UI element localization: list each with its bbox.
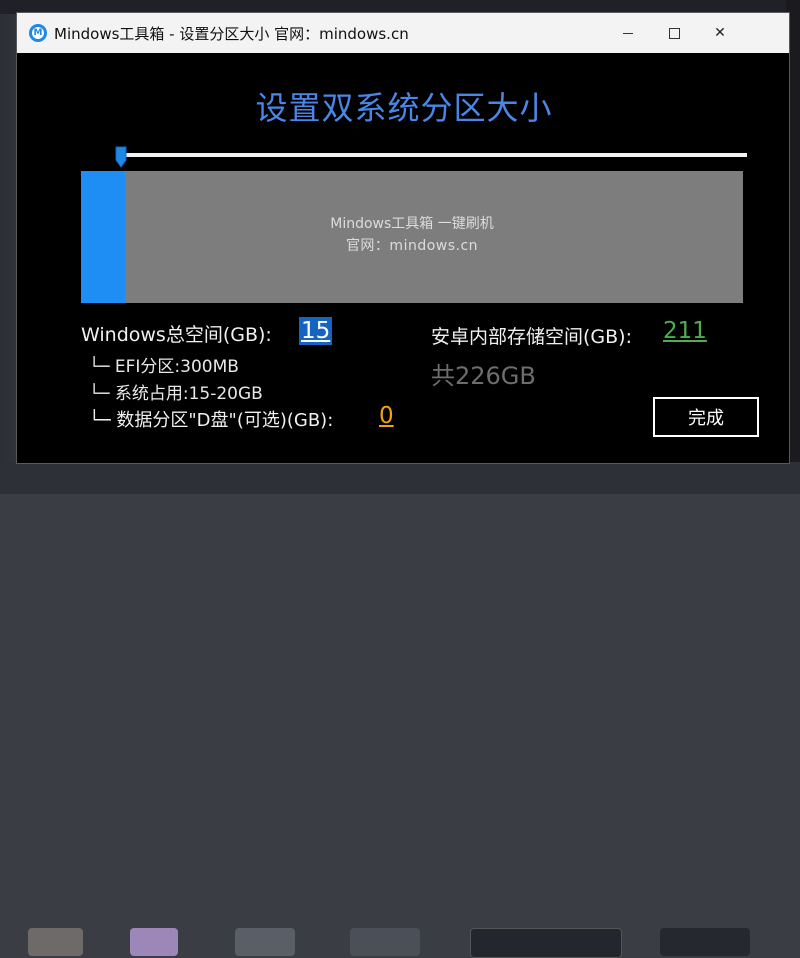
windows-space-label: Windows总空间(GB): <box>81 324 272 346</box>
maximize-icon <box>668 27 680 39</box>
app-logo-icon: M <box>29 24 47 42</box>
close-icon: ✕ <box>714 25 726 41</box>
desktop-thumbnail[interactable] <box>28 928 83 956</box>
partition-bar-watermark: Mindows工具箱 一键刷机 官网：mindows.cn <box>81 213 743 257</box>
efi-partition-info: └─ EFI分区:300MB <box>89 357 239 377</box>
taskbar-area <box>0 462 800 958</box>
partition-slider-track[interactable] <box>125 153 747 157</box>
minimize-button[interactable] <box>605 13 651 53</box>
watermark-line-2: 官网：mindows.cn <box>345 238 479 254</box>
titlebar[interactable]: M Mindows工具箱 - 设置分区大小 官网：mindows.cn ✕ <box>17 13 789 53</box>
desktop-thumbnail[interactable] <box>130 928 178 956</box>
maximize-button[interactable] <box>651 13 697 53</box>
data-partition-label: └─ 数据分区"D盘"(可选)(GB): <box>89 410 334 431</box>
mindows-window: M Mindows工具箱 - 设置分区大小 官网：mindows.cn ✕ 设置… <box>16 12 790 464</box>
slider-handle[interactable] <box>115 146 127 168</box>
minimize-icon <box>623 32 633 34</box>
page-title: 设置双系统分区大小 <box>255 89 553 127</box>
desktop-thumbnail[interactable] <box>235 928 295 956</box>
windows-space-value[interactable]: 15 <box>299 317 333 345</box>
window-title: Mindows工具箱 - 设置分区大小 官网：mindows.cn <box>54 24 409 43</box>
desktop-thumbnail[interactable] <box>470 928 622 958</box>
system-usage-info: └─ 系统占用:15-20GB <box>89 384 263 404</box>
partition-bar: Mindows工具箱 一键刷机 官网：mindows.cn <box>81 171 743 303</box>
android-storage-value[interactable]: 211 <box>663 317 707 345</box>
desktop-thumbnail[interactable] <box>350 928 420 956</box>
android-storage-label: 安卓内部存储空间(GB): <box>431 326 632 348</box>
desktop-thumbnail[interactable] <box>660 928 750 956</box>
watermark-line-1: Mindows工具箱 一键刷机 <box>330 216 494 232</box>
data-partition-value[interactable]: 0 <box>379 402 394 430</box>
total-capacity: 共226GB <box>431 362 536 390</box>
close-button[interactable]: ✕ <box>697 13 743 53</box>
done-button[interactable]: 完成 <box>653 397 759 437</box>
